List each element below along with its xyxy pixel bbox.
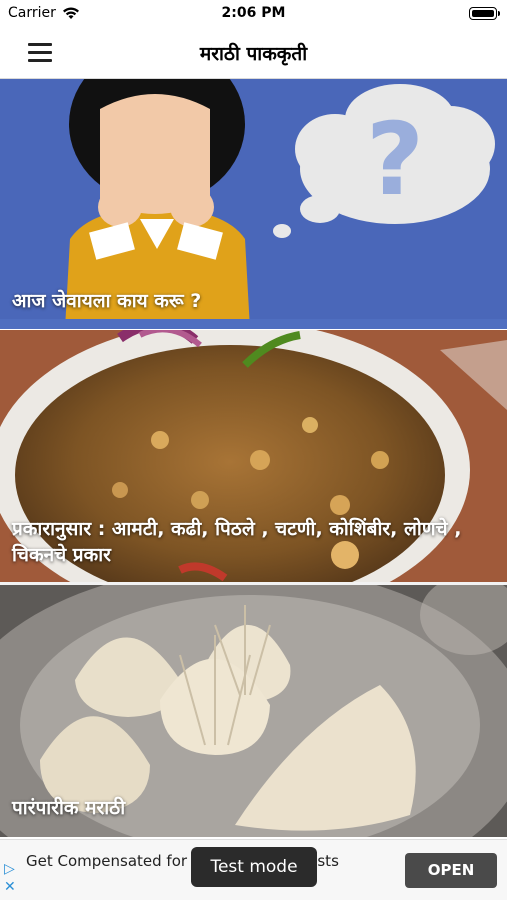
category-card-what-to-cook[interactable]: ? आज जेवायला काय करू ? [0,79,507,329]
status-bar: Carrier 2:06 PM [0,0,507,28]
nav-bar: मराठी पाककृती [0,28,507,79]
battery-icon [469,7,500,20]
svg-text:?: ? [366,101,424,218]
page-title: मराठी पाककृती [199,43,308,65]
ad-banner[interactable]: ▷ ✕ Get Compensated for Out-of-Pocket Cos… [0,839,507,900]
ad-open-button[interactable]: OPEN [405,853,497,888]
card-label-what-to-cook: आज जेवायला काय करू ? [12,290,202,312]
ad-choices-icon[interactable]: ▷ ✕ [4,860,16,896]
test-mode-badge: Test mode [191,847,317,887]
category-card-traditional[interactable]: पारंपारीक मराठी [0,585,507,837]
status-time: 2:06 PM [221,5,286,21]
card-label-traditional: पारंपारीक मराठी [12,797,126,819]
card-label-by-type: प्रकारानुसार : आमटी, कढी, पिठले , चटणी, … [12,518,462,566]
category-card-by-type[interactable]: प्रकारानुसार : आमटी, कढी, पिठले , चटणी, … [0,330,507,582]
